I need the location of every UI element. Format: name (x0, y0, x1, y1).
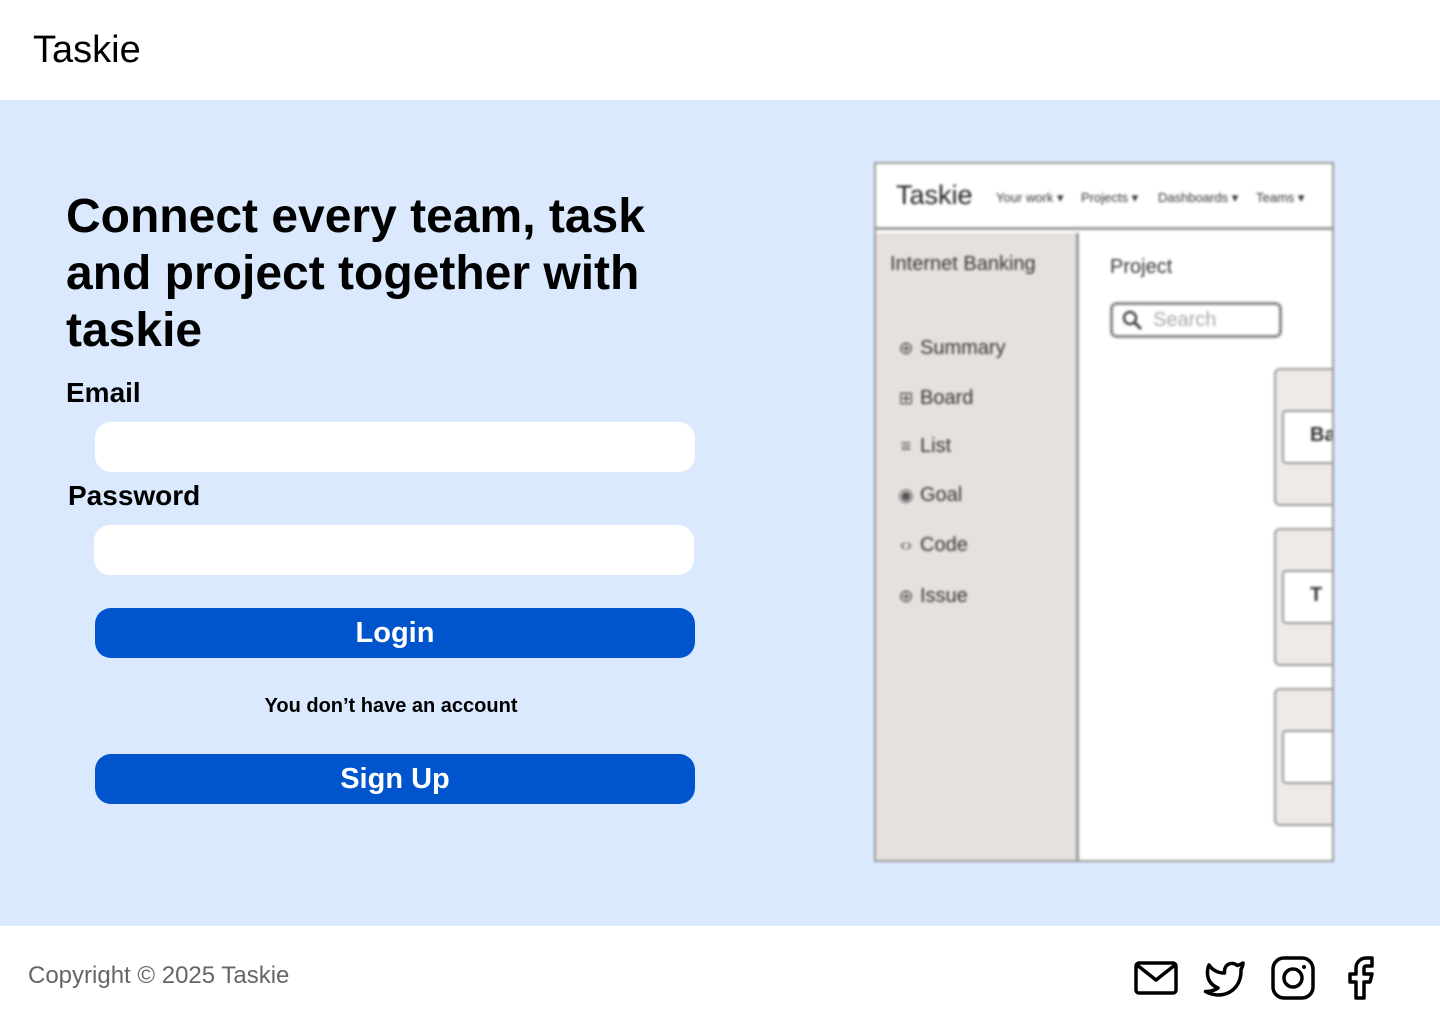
password-label: Password (68, 480, 201, 511)
code-icon: ‹› (900, 535, 912, 555)
preview-nav-item: Your work ▾ (996, 190, 1064, 205)
preview-sidebar-item: ⊕ Issue (896, 585, 967, 608)
grid-icon: ⊞ (898, 388, 914, 408)
target-icon: ◉ (898, 485, 914, 505)
top-bar: Taskie (0, 0, 1440, 100)
preview-sidebar-item: ‹› Code (896, 534, 968, 557)
preview-card-label: T (1282, 570, 1332, 624)
app-preview-image: Taskie Your work ▾ Projects ▾ Dashboards… (874, 162, 1334, 862)
preview-card-label: Ba (1282, 410, 1332, 464)
facebook-icon[interactable] (1338, 954, 1386, 1002)
copyright-text: Copyright © 2025 Taskie (28, 962, 290, 989)
preview-sidebar-item: ⊞ Board (896, 387, 973, 410)
footer: Copyright © 2025 Taskie (0, 926, 1440, 1024)
login-button[interactable]: Login (95, 608, 695, 658)
no-account-text: You don’t have an account (264, 695, 518, 717)
hero-section: Connect every team, task and project tog… (0, 100, 1440, 926)
preview-nav-item: Teams ▾ (1256, 190, 1305, 205)
plus-circle-icon: ⊕ (898, 586, 914, 606)
preview-sidebar-title: Internet Banking (890, 253, 1036, 275)
preview-card-label (1282, 730, 1332, 784)
preview-sidebar-item: ◉ Goal (896, 484, 962, 507)
signup-button[interactable]: Sign Up (95, 754, 695, 804)
hero-headline: Connect every team, task and project tog… (66, 190, 645, 357)
twitter-icon[interactable] (1199, 954, 1247, 1002)
password-field[interactable] (94, 525, 694, 575)
preview-brand: Taskie (896, 180, 973, 210)
preview-search: Search (1110, 302, 1282, 338)
brand-logo[interactable]: Taskie (33, 28, 141, 72)
preview-sidebar-item: ≡ List (896, 435, 951, 458)
search-icon (1122, 310, 1143, 331)
email-label: Email (66, 377, 141, 408)
preview-top-bar: Taskie Your work ▾ Projects ▾ Dashboards… (876, 164, 1332, 230)
list-icon: ≡ (900, 436, 912, 456)
preview-sidebar-item: ⊕ Summary (896, 337, 1005, 360)
preview-sidebar: Internet Banking ⊕ Summary ⊞ Board ≡ List ◉… (876, 233, 1079, 860)
instagram-icon[interactable] (1269, 954, 1317, 1002)
preview-nav-item: Dashboards ▾ (1158, 190, 1239, 205)
globe-icon: ⊕ (898, 338, 914, 358)
mail-icon[interactable] (1132, 954, 1180, 1002)
email-field[interactable] (95, 422, 695, 472)
preview-main-title: Project (1110, 256, 1173, 278)
preview-nav-item: Projects ▾ (1081, 190, 1139, 205)
